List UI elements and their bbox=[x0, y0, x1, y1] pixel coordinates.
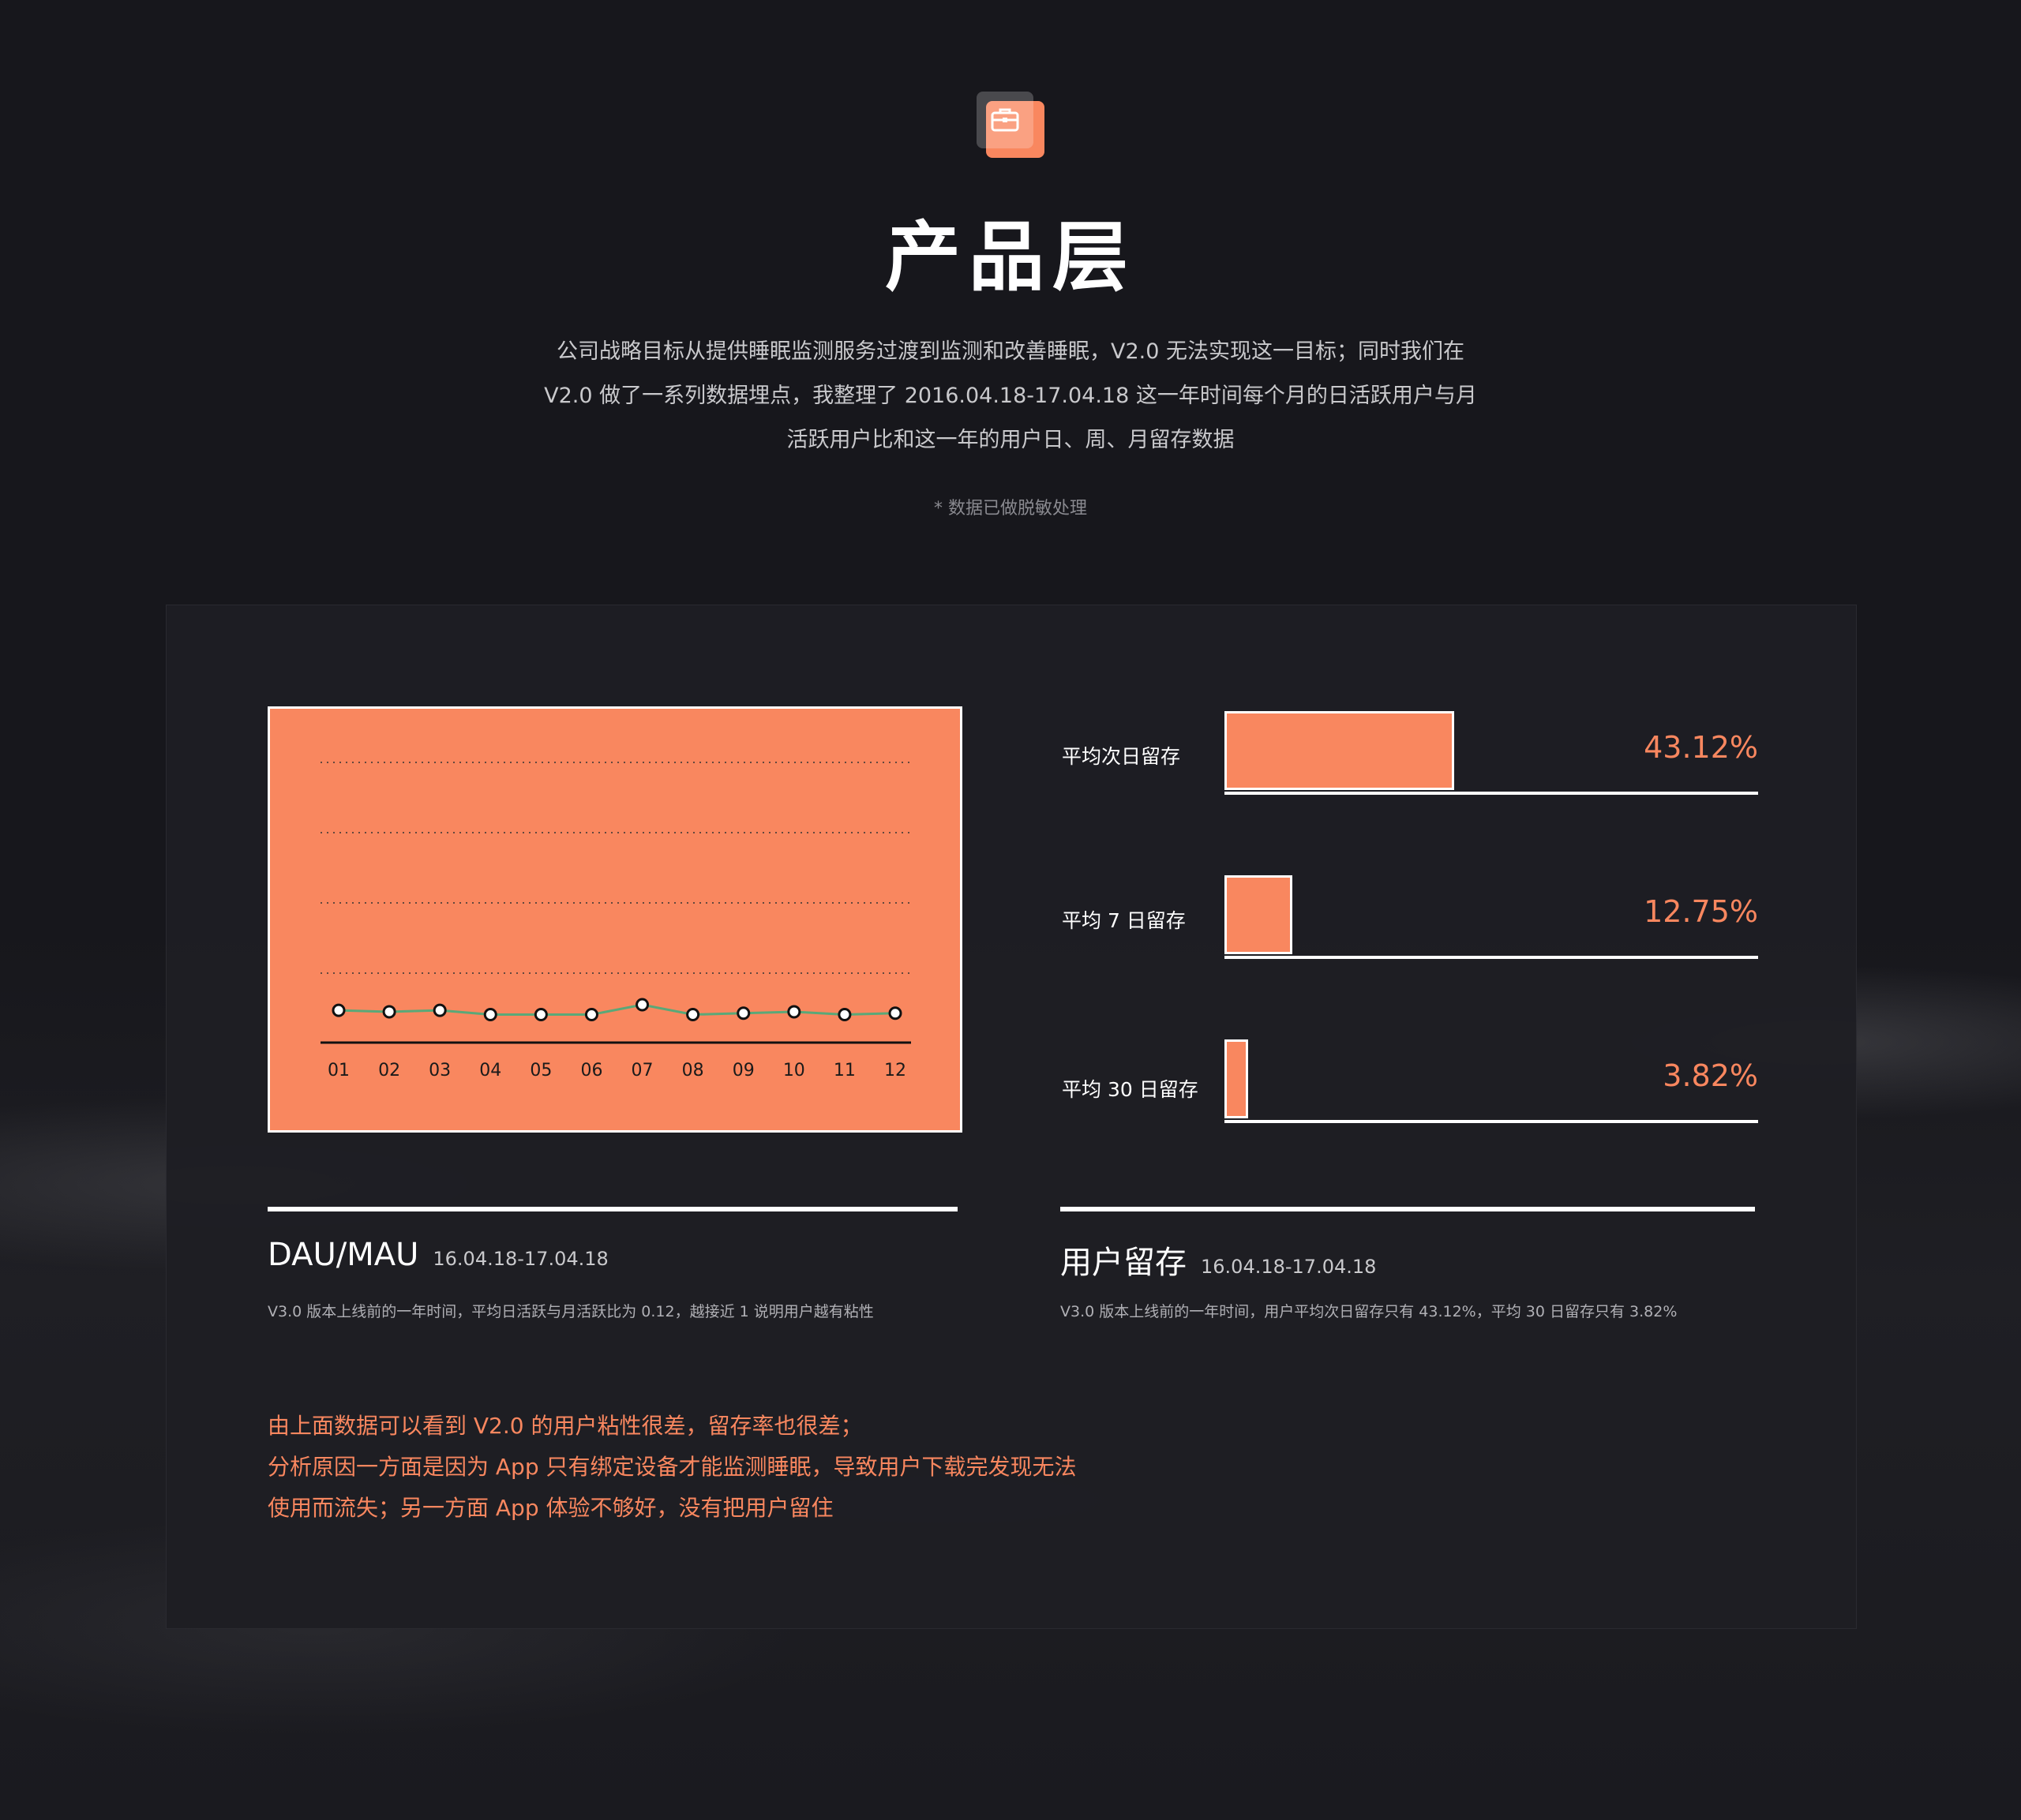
data-point bbox=[433, 1003, 447, 1017]
data-point bbox=[534, 1008, 548, 1022]
retention-label: 平均次日留存 bbox=[1062, 745, 1181, 768]
section-divider bbox=[1060, 1207, 1755, 1211]
data-point bbox=[888, 1006, 902, 1020]
conclusion-line: 使用而流失；另一方面 App 体验不够好，没有把用户留住 bbox=[268, 1495, 834, 1521]
desensitized-note: * 数据已做脱敏处理 bbox=[934, 499, 1087, 519]
data-point bbox=[787, 1005, 801, 1019]
conclusion-text: 由上面数据可以看到 V2.0 的用户粘性很差，留存率也很差； 分析原因一方面是因… bbox=[268, 1406, 1077, 1529]
data-panel: 01 02 03 04 05 06 07 08 09 10 11 12 平均次日留存 43.12% 平… bbox=[166, 605, 1857, 1629]
section-date: 16.04.18-17.04.18 bbox=[433, 1248, 609, 1270]
retention-row: 平均次日留存 43.12% bbox=[167, 711, 1856, 798]
data-point bbox=[838, 1008, 852, 1022]
section-divider bbox=[268, 1207, 958, 1211]
retention-label: 平均 30 日留存 bbox=[1062, 1078, 1198, 1101]
data-point bbox=[686, 1008, 700, 1022]
briefcase-icon bbox=[977, 92, 1044, 158]
data-point bbox=[332, 1003, 346, 1017]
section-title-text: 用户留存 bbox=[1060, 1245, 1187, 1281]
intro-line: 活跃用户比和这一年的用户日、周、月留存数据 bbox=[786, 428, 1235, 452]
retention-track: 3.82% bbox=[1224, 1039, 1758, 1123]
dau-section-desc: V3.0 版本上线前的一年时间，平均日活跃与月活跃比为 0.12，越接近 1 说… bbox=[268, 1303, 874, 1320]
intro-text: 公司战略目标从提供睡眠监测服务过渡到监测和改善睡眠，V2.0 无法实现这一目标；… bbox=[474, 330, 1547, 462]
intro-line: V2.0 做了一系列数据埋点，我整理了 2016.04.18-17.04.18 … bbox=[544, 384, 1477, 408]
retention-section-desc: V3.0 版本上线前的一年时间，用户平均次日留存只有 43.12%，平均 30 … bbox=[1060, 1303, 1678, 1320]
data-point bbox=[584, 1008, 598, 1022]
data-point bbox=[636, 998, 650, 1012]
retention-row: 平均 30 日留存 3.82% bbox=[167, 1039, 1856, 1126]
conclusion-line: 由上面数据可以看到 V2.0 的用户粘性很差，留存率也很差； bbox=[268, 1413, 863, 1439]
intro-line: 公司战略目标从提供睡眠监测服务过渡到监测和改善睡眠，V2.0 无法实现这一目标；… bbox=[557, 339, 1464, 364]
retention-bar bbox=[1224, 1039, 1248, 1118]
dau-section-title: DAU/MAU 16.04.18-17.04.18 bbox=[268, 1237, 609, 1273]
data-point bbox=[382, 1005, 396, 1019]
section-date: 16.04.18-17.04.18 bbox=[1201, 1256, 1377, 1278]
data-point bbox=[737, 1006, 751, 1020]
data-point bbox=[483, 1008, 497, 1022]
retention-bar bbox=[1224, 711, 1454, 790]
retention-value: 43.12% bbox=[1644, 730, 1758, 765]
retention-bar bbox=[1224, 875, 1292, 954]
conclusion-line: 分析原因一方面是因为 App 只有绑定设备才能监测睡眠，导致用户下载完发现无法 bbox=[268, 1454, 1077, 1480]
retention-value: 12.75% bbox=[1644, 894, 1758, 929]
retention-label: 平均 7 日留存 bbox=[1062, 909, 1186, 932]
page-title: 产品层 bbox=[885, 213, 1136, 301]
retention-track: 43.12% bbox=[1224, 711, 1758, 795]
retention-section-title: 用户留存 16.04.18-17.04.18 bbox=[1060, 1237, 1376, 1283]
retention-value: 3.82% bbox=[1663, 1058, 1758, 1093]
section-title-text: DAU/MAU bbox=[268, 1237, 419, 1273]
series-line bbox=[338, 1003, 896, 1017]
retention-row: 平均 7 日留存 12.75% bbox=[167, 875, 1856, 962]
retention-track: 12.75% bbox=[1224, 875, 1758, 959]
